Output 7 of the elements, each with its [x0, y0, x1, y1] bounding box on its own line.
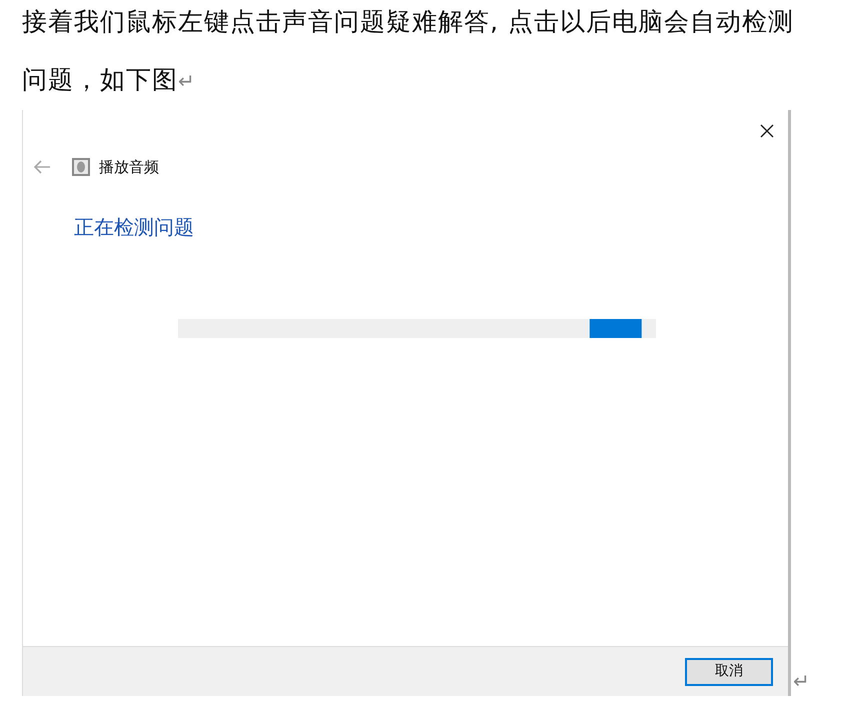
close-icon[interactable] — [760, 124, 774, 138]
cancel-button[interactable]: 取消 — [685, 658, 773, 686]
paragraph-mark: ↵ — [793, 668, 810, 695]
speaker-icon — [71, 157, 91, 177]
paragraph-text: 接着我们鼠标左键点击声音问题疑难解答, 点击以后电脑会自动检测问题，如下图↵ — [22, 6, 795, 96]
status-heading: 正在检测问题 — [74, 214, 195, 241]
dialog-title: 播放音频 — [99, 156, 159, 178]
